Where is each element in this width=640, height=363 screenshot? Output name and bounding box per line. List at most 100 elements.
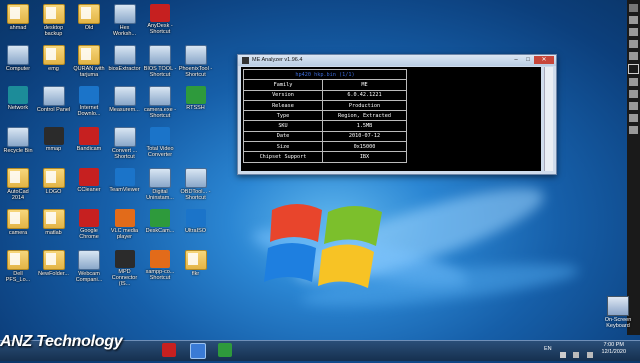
pdf-taskbar-icon[interactable] bbox=[162, 343, 176, 357]
minimize-button[interactable]: – bbox=[510, 56, 522, 64]
row-value: Region, Extracted bbox=[322, 110, 407, 122]
desktop-icon-label: Dell PFS_Lo... bbox=[5, 271, 31, 283]
desktop-icon[interactable]: RTSSH bbox=[179, 86, 213, 111]
desktop-icon[interactable]: biosExtractor bbox=[108, 45, 142, 72]
desktop-icon[interactable]: Measurem... bbox=[108, 86, 142, 113]
desktop-icon[interactable]: emg bbox=[37, 45, 71, 72]
desktop-icon[interactable]: desktop backup bbox=[37, 4, 71, 37]
desktop-icon[interactable]: BIOS TOOL - Shortcut bbox=[143, 45, 177, 78]
blue-icon bbox=[185, 209, 206, 227]
app-icon bbox=[149, 86, 171, 106]
tray-arrow-icon[interactable] bbox=[560, 352, 566, 358]
desktop-icon[interactable]: NewFolder... bbox=[37, 250, 71, 277]
desktop-icon-label: Network bbox=[7, 105, 29, 111]
desktop-icon-label: Hex Worksh... bbox=[112, 25, 137, 37]
on-screen-keyboard-shortcut[interactable]: On-Screen Keyboard bbox=[601, 296, 635, 329]
desktop-icon[interactable]: Hex Worksh... bbox=[108, 4, 142, 37]
desktop-icon[interactable]: xampp-co... Shortcut bbox=[143, 250, 177, 281]
desktop-icon[interactable]: Old bbox=[72, 4, 106, 31]
desktop-icon[interactable]: VLC media player bbox=[108, 209, 142, 240]
desktop-icon[interactable]: Dell PFS_Lo... bbox=[1, 250, 35, 283]
app-icon bbox=[7, 45, 29, 65]
marker-icon[interactable] bbox=[629, 28, 638, 36]
app-icon bbox=[113, 45, 136, 65]
text-icon[interactable] bbox=[629, 90, 638, 98]
table-header: hp420 hkp.bin (1/1) bbox=[243, 68, 407, 81]
me-info-table: hp420 hkp.bin (1/1) Family ME Version 6.0.4… bbox=[243, 68, 407, 163]
desktop-icon-label: xampp-co... Shortcut bbox=[145, 269, 175, 281]
desktop-icon[interactable]: AutoCad 2014 bbox=[1, 168, 35, 201]
language-indicator[interactable]: EN bbox=[544, 346, 552, 352]
desktop-icon[interactable]: Network bbox=[1, 86, 35, 111]
desktop-icon[interactable]: Computer bbox=[1, 45, 35, 72]
desktop-icon[interactable]: camera.exe - Shortcut bbox=[143, 86, 177, 119]
app-taskbar-icon[interactable] bbox=[218, 343, 232, 357]
folder-icon bbox=[78, 45, 100, 65]
row-key: SKU bbox=[243, 120, 323, 132]
clear-icon[interactable] bbox=[629, 126, 638, 134]
desktop-icon[interactable]: mmap bbox=[37, 127, 71, 152]
table-row: Type Region, Extracted bbox=[243, 110, 407, 122]
desktop-icon[interactable]: Convert ... Shortcut bbox=[108, 127, 142, 160]
fill-icon[interactable] bbox=[629, 102, 638, 110]
desktop-icon[interactable]: Recycle Bin bbox=[1, 127, 35, 154]
me-analyzer-window[interactable]: ME Analyzer v1.96.4 – □ ✕ hp420 hkp.bin … bbox=[237, 54, 557, 175]
desktop-icon[interactable]: matlab bbox=[37, 209, 71, 236]
system-tray[interactable] bbox=[560, 345, 600, 358]
app-icon bbox=[7, 127, 29, 147]
desktop-icon[interactable]: UltraISO bbox=[179, 209, 213, 234]
network-icon[interactable] bbox=[573, 352, 580, 358]
blue-icon bbox=[150, 127, 170, 145]
desktop-icon[interactable]: CCleaner bbox=[72, 168, 106, 193]
desktop-icon[interactable]: Digital Uninstam... bbox=[143, 168, 177, 201]
folder-icon bbox=[7, 4, 29, 24]
eraser-icon[interactable] bbox=[629, 78, 638, 86]
desktop-icon[interactable]: Bandicam bbox=[72, 127, 106, 152]
folder-icon bbox=[7, 168, 29, 188]
maximize-button[interactable]: □ bbox=[522, 56, 534, 64]
dark-icon bbox=[43, 127, 64, 145]
rectangle-icon[interactable] bbox=[628, 64, 639, 74]
console-app-icon bbox=[242, 57, 249, 64]
desktop-icon[interactable]: AnyDesk - Shortcut bbox=[143, 4, 177, 35]
desktop-icon-label: CCleaner bbox=[77, 187, 101, 193]
desktop-icon[interactable]: Google Chrome bbox=[72, 209, 106, 240]
red-icon bbox=[79, 168, 99, 186]
desktop-icon[interactable]: QURAN with tarjuma bbox=[72, 45, 106, 78]
folder-icon bbox=[42, 168, 65, 188]
desktop-icon[interactable]: MPD Connector (IS... bbox=[108, 250, 142, 287]
desktop-icon[interactable]: flkr bbox=[179, 250, 213, 277]
desktop-icon-label: mmap bbox=[45, 146, 62, 152]
window-titlebar[interactable]: ME Analyzer v1.96.4 – □ ✕ bbox=[238, 55, 556, 66]
pointer-icon[interactable] bbox=[629, 4, 638, 12]
desktop-icon[interactable]: TeamViewer bbox=[108, 168, 142, 193]
desktop-icon[interactable]: Control Panel bbox=[37, 86, 71, 113]
pen-icon[interactable] bbox=[629, 16, 638, 24]
desktop-icon-label: Control Panel bbox=[36, 107, 71, 113]
keyboard-icon bbox=[607, 296, 629, 316]
app-icon bbox=[42, 86, 65, 106]
desktop-icon[interactable]: Internet Downlo... bbox=[72, 86, 106, 117]
highlighter-icon[interactable] bbox=[629, 40, 638, 48]
desktop-icon[interactable]: DeskCam... bbox=[143, 209, 177, 234]
desktop-icon[interactable]: LOGO bbox=[37, 168, 71, 195]
desktop-icon[interactable]: PhoenixTool - Shortcut bbox=[179, 45, 213, 78]
clock[interactable]: 7:00 PM 12/1/2020 bbox=[602, 342, 626, 356]
volume-icon[interactable] bbox=[586, 352, 593, 358]
desktop-icon[interactable]: Total Video Converter bbox=[143, 127, 177, 158]
dice-icon[interactable] bbox=[629, 114, 638, 122]
vertical-scrollbar[interactable] bbox=[544, 67, 553, 171]
app-icon bbox=[149, 168, 171, 188]
line-icon[interactable] bbox=[629, 52, 638, 60]
desktop-icon[interactable]: Webcam Compani... bbox=[72, 250, 106, 283]
app-icon bbox=[184, 45, 207, 65]
table-row: Size 0x15000 bbox=[243, 141, 407, 153]
app-icon bbox=[78, 250, 100, 270]
close-button[interactable]: ✕ bbox=[534, 56, 554, 64]
desktop-icon[interactable]: OBDTool... - Shortcut bbox=[179, 168, 213, 201]
desktop-icon[interactable]: camera bbox=[1, 209, 35, 236]
green-icon bbox=[185, 86, 206, 104]
desktop-icon-label: TeamViewer bbox=[109, 187, 140, 193]
desktop-icon[interactable]: ahmad bbox=[1, 4, 35, 31]
console-taskbar-icon[interactable] bbox=[190, 343, 206, 359]
